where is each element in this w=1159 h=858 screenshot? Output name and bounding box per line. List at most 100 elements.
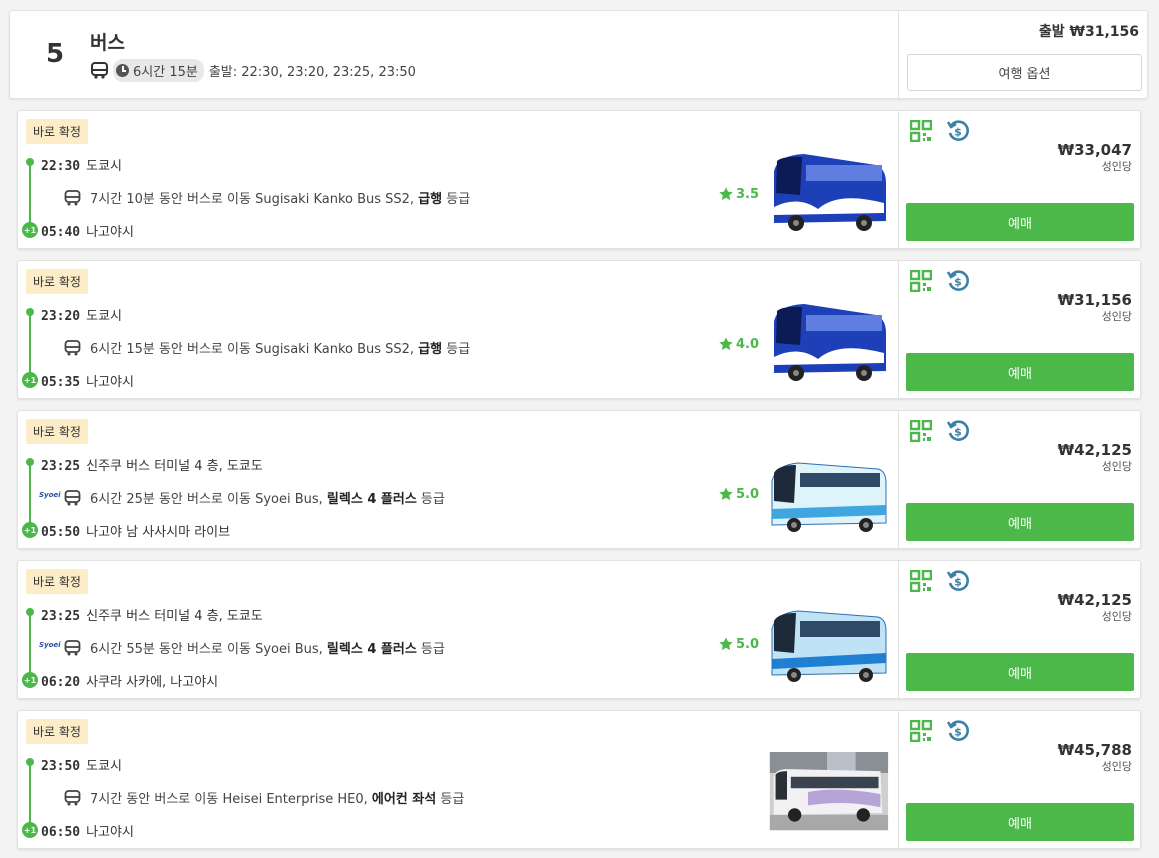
trip-price: ₩31,156 xyxy=(1057,291,1132,309)
instant-confirm-badge: 바로 확정 xyxy=(26,719,88,744)
per-adult-label: 성인당 xyxy=(1101,310,1132,323)
arrival-time: 05:40 xyxy=(41,225,81,240)
operator-logo: Syoei xyxy=(39,641,61,649)
divider xyxy=(898,711,899,848)
rating: 4.0 xyxy=(718,336,759,352)
star-icon xyxy=(719,337,733,351)
star-icon xyxy=(719,187,733,201)
divider xyxy=(898,111,899,248)
ride-info: 6시간 15분 동안 버스로 이동 Sugisaki Kanko Bus SS2… xyxy=(64,338,470,357)
departure-place: 도쿄시 xyxy=(86,159,123,174)
timeline-line xyxy=(29,613,31,678)
instant-confirm-badge: 바로 확정 xyxy=(26,569,88,594)
timeline-line xyxy=(29,463,31,528)
route-summary-card: 5 버스 6시간 15분 출발: 22:30, 23:20, 23:25, 23… xyxy=(9,10,1148,99)
refund-icon: $ xyxy=(946,120,969,141)
book-button[interactable]: 예매 xyxy=(906,353,1134,391)
duration-pill: 6시간 15분 xyxy=(113,59,204,82)
trip-card[interactable]: 바로 확정 +1 23:20 도쿄시 6시간 15분 동안 버스로 이동 Sugi… xyxy=(17,260,1141,399)
bus-class: 에어컨 좌석 xyxy=(371,792,437,807)
duration-text: 6시간 15분 xyxy=(133,65,198,80)
trip-card[interactable]: 바로 확정 +1 22:30 도쿄시 7시간 10분 동안 버스로 이동 Sugi… xyxy=(17,110,1141,249)
arrival-row: 05:50 나고야 남 사사시마 라이브 xyxy=(41,521,230,540)
arrival-row: 06:20 사쿠라 사카에, 나고야시 xyxy=(41,671,218,690)
arrival-place: 사쿠라 사카에, 나고야시 xyxy=(86,675,219,690)
rating: 5.0 xyxy=(718,486,759,502)
departure-time: 23:20 xyxy=(41,309,81,324)
trip-price: ₩42,125 xyxy=(1057,591,1132,609)
ride-text: 6시간 15분 동안 버스로 이동 Sugisaki Kanko Bus SS2… xyxy=(90,342,415,357)
book-button[interactable]: 예매 xyxy=(906,653,1134,691)
departure-place: 신주쿠 버스 터미널 4 층, 도쿄도 xyxy=(86,459,263,474)
star-icon xyxy=(719,487,733,501)
ride-info: 7시간 10분 동안 버스로 이동 Sugisaki Kanko Bus SS2… xyxy=(64,188,470,207)
trip-card[interactable]: 바로 확정 +1 23:25 신주쿠 버스 터미널 4 층, 도쿄도 Syoei … xyxy=(17,410,1141,549)
rating-value: 5.0 xyxy=(736,636,760,652)
result-count: 5 xyxy=(46,39,65,69)
bus-icon xyxy=(64,489,81,505)
class-suffix: 등급 xyxy=(446,192,471,207)
departure-place: 도쿄시 xyxy=(86,759,123,774)
departure-time: 22:30 xyxy=(41,159,81,174)
mode-title: 버스 xyxy=(90,32,125,54)
arrival-time: 06:20 xyxy=(41,675,81,690)
book-button[interactable]: 예매 xyxy=(906,803,1134,841)
arrival-time: 05:35 xyxy=(41,375,81,390)
travel-options-button[interactable]: 여행 옵션 xyxy=(907,54,1142,91)
next-day-marker: +1 xyxy=(22,672,38,688)
next-day-marker: +1 xyxy=(22,522,38,538)
svg-text:$: $ xyxy=(954,276,962,289)
instant-confirm-badge: 바로 확정 xyxy=(26,269,88,294)
bus-icon xyxy=(64,639,81,655)
next-day-marker: +1 xyxy=(22,822,38,838)
class-suffix: 등급 xyxy=(446,342,471,357)
timeline-start-dot xyxy=(26,608,34,616)
divider xyxy=(898,411,899,548)
bus-class: 급행 xyxy=(418,342,443,357)
svg-text:$: $ xyxy=(954,576,962,589)
refund-icon: $ xyxy=(946,720,969,741)
departure-row: 22:30 도쿄시 xyxy=(41,155,122,174)
timeline-line xyxy=(29,163,31,228)
arrival-row: 06:50 나고야시 xyxy=(41,821,134,840)
arrival-place: 나고야 남 사사시마 라이브 xyxy=(86,525,231,540)
refund-icon: $ xyxy=(946,420,969,441)
refund-icon: $ xyxy=(946,270,969,291)
bus-photo xyxy=(768,601,890,687)
svg-text:$: $ xyxy=(954,726,962,739)
class-suffix: 등급 xyxy=(420,642,445,657)
timeline-start-dot xyxy=(26,308,34,316)
bus-class: 릴렉스 4 플러스 xyxy=(326,492,417,507)
departure-time: 23:50 xyxy=(41,759,81,774)
divider xyxy=(898,11,899,98)
timeline-start-dot xyxy=(26,158,34,166)
bus-icon xyxy=(91,62,108,79)
svg-text:$: $ xyxy=(954,126,962,139)
trip-card[interactable]: 바로 확정 +1 23:50 도쿄시 7시간 동안 버스로 이동 Heisei E… xyxy=(17,710,1141,849)
rating: 5.0 xyxy=(718,636,759,652)
ride-info: 7시간 동안 버스로 이동 Heisei Enterprise HE0, 에어컨… xyxy=(64,788,464,807)
arrival-row: 05:35 나고야시 xyxy=(41,371,134,390)
book-button[interactable]: 예매 xyxy=(906,203,1134,241)
clock-icon xyxy=(116,64,129,77)
timeline-start-dot xyxy=(26,458,34,466)
trip-card[interactable]: 바로 확정 +1 23:25 신주쿠 버스 터미널 4 층, 도쿄도 Syoei … xyxy=(17,560,1141,699)
arrival-row: 05:40 나고야시 xyxy=(41,221,134,240)
arrival-time: 06:50 xyxy=(41,825,81,840)
qr-ticket-icon xyxy=(910,420,932,442)
per-adult-label: 성인당 xyxy=(1101,610,1132,623)
ride-text: 7시간 동안 버스로 이동 Heisei Enterprise HE0, xyxy=(90,792,368,807)
bus-photo xyxy=(769,752,889,831)
instant-confirm-badge: 바로 확정 xyxy=(26,419,88,444)
bus-photo xyxy=(768,151,890,237)
book-button[interactable]: 예매 xyxy=(906,503,1134,541)
arrival-time: 05:50 xyxy=(41,525,81,540)
bus-class: 릴렉스 4 플러스 xyxy=(326,642,417,657)
departure-time: 23:25 xyxy=(41,459,81,474)
arrival-place: 나고야시 xyxy=(86,825,134,840)
divider xyxy=(898,261,899,398)
ride-text: 6시간 55분 동안 버스로 이동 Syoei Bus, xyxy=(90,642,323,657)
bus-photo xyxy=(768,451,890,537)
ride-text: 7시간 10분 동안 버스로 이동 Sugisaki Kanko Bus SS2… xyxy=(90,192,415,207)
svg-text:$: $ xyxy=(954,426,962,439)
